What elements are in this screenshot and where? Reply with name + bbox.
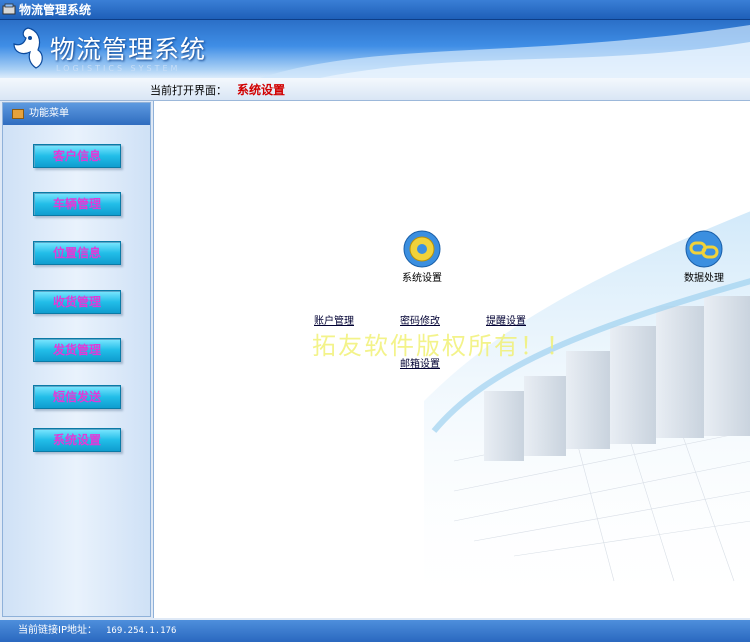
banner-title: 物流管理系统 (50, 35, 207, 64)
function-menu-sidebar: 功能菜单 客户信息 车辆管理 位置信息 收货管理 发货管理 短信发送 系统设置 (2, 102, 151, 617)
menu-icon (12, 109, 24, 119)
current-page-bar: 当前打开界面： 系统设置 (0, 78, 750, 101)
module-data-processing-label: 数据处理 (684, 273, 724, 284)
logo-icon (13, 27, 43, 69)
banner-subtitle: LOGISTICS SYSTEM (56, 64, 181, 73)
banner-decoration (260, 25, 750, 78)
sidebar-header-label: 功能菜单 (29, 108, 69, 119)
module-system-settings[interactable]: 系统设置 (394, 229, 450, 284)
current-page-label: 当前打开界面： (150, 84, 227, 97)
menu-button-location-info[interactable]: 位置信息 (33, 241, 121, 265)
status-bar: 当前链接IP地址： 169.254.1.176 (0, 620, 750, 642)
main-content: 系统设置 数据处理 账户管理 密码修改 提醒设置 邮箱设置 拓友软件版权所有！！ (153, 101, 750, 618)
menu-button-shipping-management[interactable]: 发货管理 (33, 338, 121, 362)
window-titlebar: 物流管理系统 (0, 0, 750, 20)
menu-button-system-settings[interactable]: 系统设置 (33, 428, 121, 452)
current-page-value: 系统设置 (237, 83, 286, 97)
link-account-management[interactable]: 账户管理 (314, 312, 354, 327)
menu-button-vehicle-management[interactable]: 车辆管理 (33, 192, 121, 216)
status-ip-label: 当前链接IP地址： (18, 625, 97, 636)
module-data-processing[interactable]: 数据处理 (676, 229, 732, 284)
status-ip-value: 169.254.1.176 (106, 626, 177, 636)
menu-button-customer-info[interactable]: 客户信息 (33, 144, 121, 168)
gear-icon (403, 230, 441, 268)
menu-button-receiving-management[interactable]: 收货管理 (33, 290, 121, 314)
copyright-watermark: 拓友软件版权所有！！ (312, 332, 572, 360)
link-reminder-settings[interactable]: 提醒设置 (486, 312, 526, 327)
menu-button-sms-send[interactable]: 短信发送 (33, 385, 121, 409)
link-password-change[interactable]: 密码修改 (400, 312, 440, 327)
window-title: 物流管理系统 (19, 3, 92, 17)
chain-icon (685, 230, 723, 268)
header-banner: 物流管理系统 LOGISTICS SYSTEM (0, 20, 750, 78)
app-icon (2, 3, 16, 15)
module-system-settings-label: 系统设置 (402, 273, 442, 284)
sidebar-header: 功能菜单 (3, 103, 150, 125)
